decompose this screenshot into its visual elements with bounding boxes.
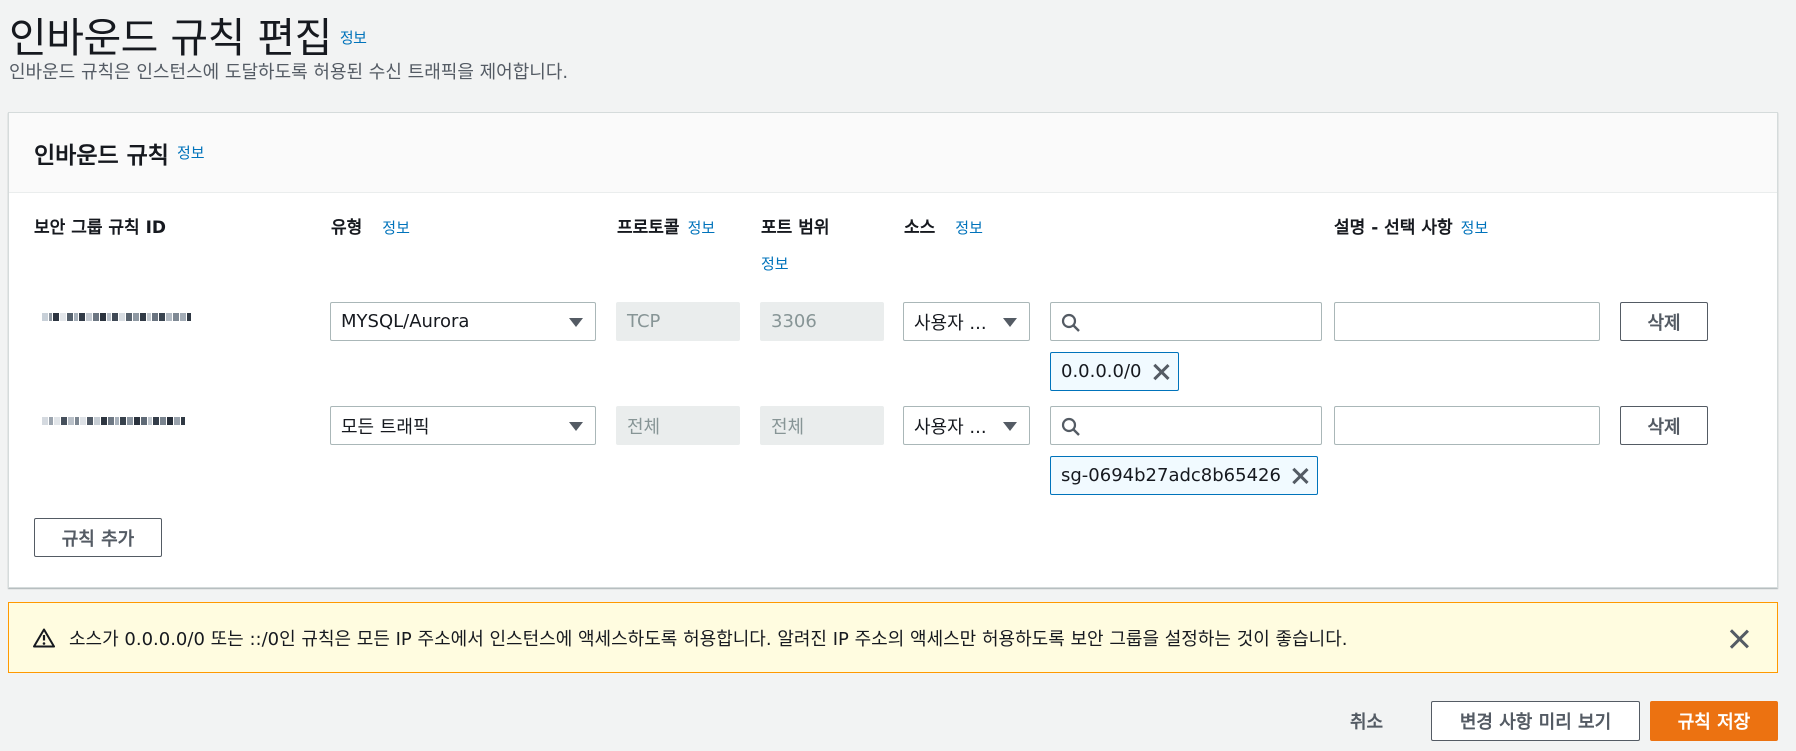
source-info-link[interactable]: 정보: [955, 219, 983, 237]
inbound-rules-panel: 인바운드 규칙 정보 보안 그룹 규칙 ID 유형 정보 프로토콜 정보 포트 범위…: [8, 112, 1778, 588]
rule-2-description-input[interactable]: [1334, 406, 1600, 445]
save-rules-button[interactable]: 규칙 저장: [1650, 701, 1778, 741]
type-info-link[interactable]: 정보: [382, 219, 410, 237]
close-icon[interactable]: [1729, 629, 1749, 649]
page-title: 인바운드 규칙 편집 정보: [9, 4, 367, 64]
rule-1-type-select[interactable]: MYSQL/Aurora: [330, 302, 596, 341]
warning-icon: [33, 628, 55, 647]
rule-1-protocol-field: TCP: [616, 302, 740, 341]
remove-token-icon[interactable]: [1291, 467, 1309, 485]
column-header-source: 소스 정보: [904, 213, 983, 238]
chevron-down-icon: [569, 422, 583, 431]
rule-2-source-type-value: 사용자 ...: [914, 416, 987, 438]
rule-2-source-token-label: sg-0694b27adc8b65426: [1061, 465, 1281, 486]
alert-text: 소스가 0.0.0.0/0 또는 ::/0인 규칙은 모든 IP 주소에서 인스…: [69, 628, 1348, 650]
column-label-rule-id: 보안 그룹 규칙 ID: [34, 218, 167, 238]
rule-2-source-type-select[interactable]: 사용자 ...: [903, 406, 1030, 445]
add-rule-button[interactable]: 규칙 추가: [34, 518, 162, 557]
preview-changes-button[interactable]: 변경 사항 미리 보기: [1431, 701, 1640, 741]
page-title-text: 인바운드 규칙 편집: [9, 14, 332, 62]
rule-1-port-range-value: 3306: [771, 311, 817, 332]
page-description: 인바운드 규칙은 인스턴스에 도달하도록 허용된 수신 트래픽을 제어합니다.: [9, 62, 569, 83]
rule-2-port-range-value: 전체: [771, 416, 805, 438]
chevron-down-icon: [569, 318, 583, 327]
rule-1-description-input[interactable]: [1334, 302, 1600, 341]
rule-1-source-token: 0.0.0.0/0: [1050, 352, 1179, 391]
description-info-link[interactable]: 정보: [1461, 219, 1489, 237]
rule-2-source-search-input[interactable]: [1050, 406, 1322, 445]
rule-id-redacted: [42, 410, 242, 425]
panel-header: 인바운드 규칙 정보: [9, 113, 1777, 193]
column-header-type: 유형 정보: [331, 213, 410, 238]
column-label-port-range: 포트 범위: [761, 218, 830, 238]
rule-2-type-value: 모든 트래픽: [341, 416, 430, 438]
column-header-port-range: 포트 범위: [761, 213, 829, 238]
rule-2-port-range-field: 전체: [760, 406, 884, 445]
rule-1-port-range-field: 3306: [760, 302, 884, 341]
column-label-protocol: 프로토콜: [617, 218, 680, 238]
rule-id-redacted: [42, 306, 242, 321]
rule-2-delete-button[interactable]: 삭제: [1620, 406, 1708, 445]
rule-2-protocol-value: 전체: [627, 416, 661, 438]
warning-alert: 소스가 0.0.0.0/0 또는 ::/0인 규칙은 모든 IP 주소에서 인스…: [8, 602, 1778, 673]
search-icon: [1061, 313, 1080, 332]
column-label-type: 유형: [331, 218, 363, 238]
chevron-down-icon: [1003, 318, 1017, 327]
column-header-rule-id: 보안 그룹 규칙 ID: [34, 213, 166, 238]
rule-1-source-token-label: 0.0.0.0/0: [1061, 361, 1142, 382]
panel-title: 인바운드 규칙: [34, 142, 169, 169]
rule-1-source-type-select[interactable]: 사용자 ...: [903, 302, 1030, 341]
remove-token-icon[interactable]: [1152, 363, 1170, 381]
column-header-protocol: 프로토콜 정보: [617, 213, 715, 238]
rule-1-protocol-value: TCP: [627, 311, 661, 332]
search-icon: [1061, 417, 1080, 436]
port-range-info-link[interactable]: 정보: [761, 253, 789, 274]
column-label-description: 설명 - 선택 사항: [1334, 218, 1453, 238]
rule-2-type-select[interactable]: 모든 트래픽: [330, 406, 596, 445]
protocol-info-link[interactable]: 정보: [688, 219, 716, 237]
rule-1-type-value: MYSQL/Aurora: [341, 311, 470, 332]
rule-2-protocol-field: 전체: [616, 406, 740, 445]
cancel-button[interactable]: 취소: [1350, 701, 1383, 741]
column-label-source: 소스: [904, 218, 936, 238]
rule-1-source-type-value: 사용자 ...: [914, 312, 987, 334]
page-title-info-link[interactable]: 정보: [340, 29, 367, 47]
rule-1-delete-button[interactable]: 삭제: [1620, 302, 1708, 341]
column-header-description: 설명 - 선택 사항 정보: [1334, 213, 1488, 238]
rule-1-source-search-input[interactable]: [1050, 302, 1322, 341]
chevron-down-icon: [1003, 422, 1017, 431]
panel-info-link[interactable]: 정보: [177, 142, 205, 163]
rule-2-source-token: sg-0694b27adc8b65426: [1050, 456, 1318, 495]
